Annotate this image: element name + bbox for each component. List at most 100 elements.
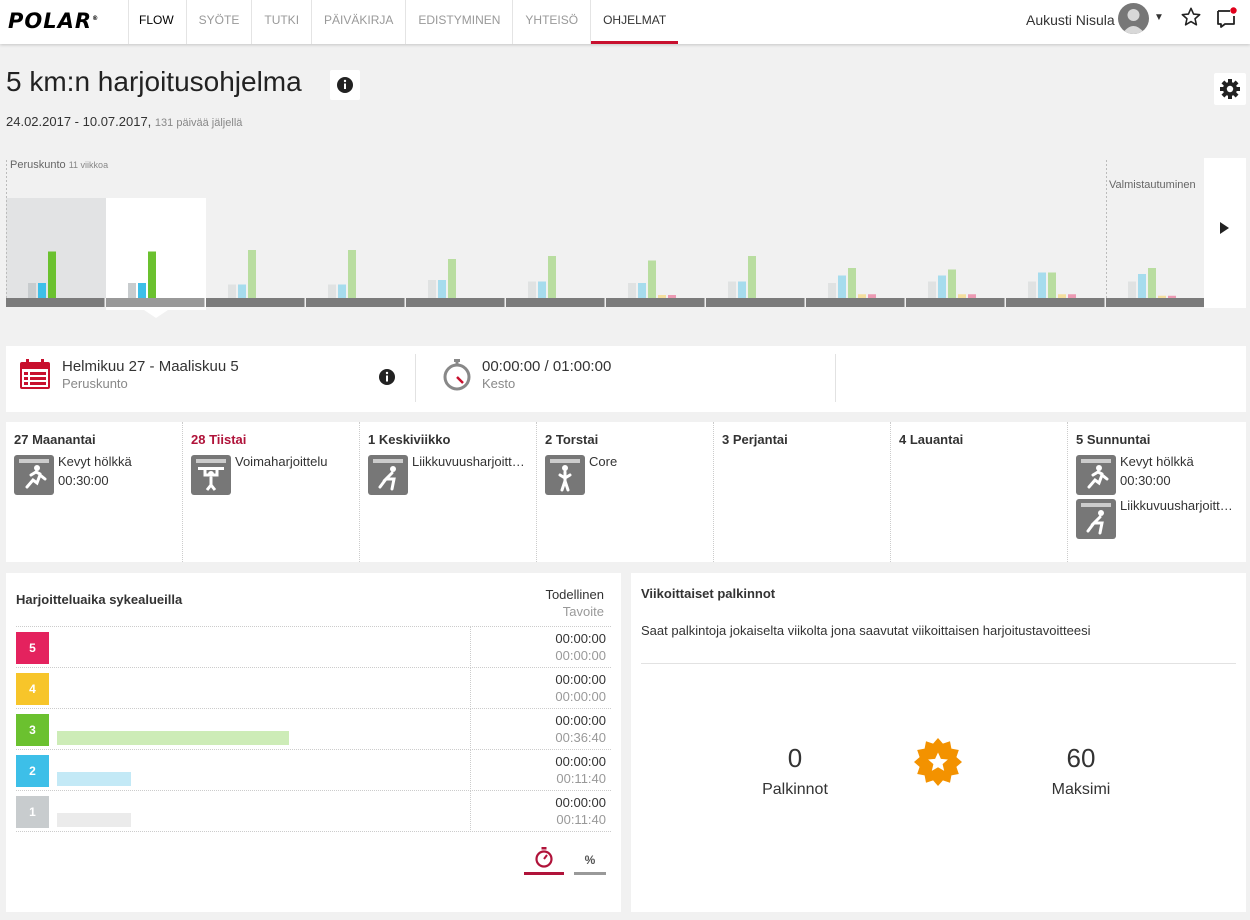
bar-zone3 (348, 250, 356, 298)
week-timeline-segment (606, 298, 705, 307)
zone-target-bar (57, 731, 290, 745)
week-timeline-segment (206, 298, 305, 307)
activity-name: Core (589, 454, 618, 469)
calendar-icon (19, 359, 51, 396)
activity-name: Kevyt hölkkä (58, 454, 132, 469)
bar-zone2 (838, 275, 846, 298)
week-bars-11[interactable] (1028, 272, 1076, 299)
column-divider (470, 709, 471, 750)
bar-zone3 (748, 256, 756, 298)
user-avatar[interactable] (1118, 3, 1149, 34)
nav-link-syöte[interactable]: SYÖTE (185, 0, 252, 44)
bar-zone1 (628, 283, 636, 298)
star-icon[interactable] (1180, 6, 1202, 33)
activity-duration: 00:30:00 (1120, 473, 1171, 488)
planned-activity[interactable]: Liikkuvuusharjoittelu (1076, 498, 1237, 543)
column-divider (470, 791, 471, 832)
weekly-rewards-panel: Viikoittaiset palkinnot Saat palkintoja … (631, 573, 1246, 912)
nav-link-edistyminen[interactable]: EDISTYMINEN (405, 0, 512, 44)
reward-badge-icon (913, 737, 963, 792)
chevron-down-icon[interactable]: ▼ (1154, 12, 1164, 23)
zone-badge: 5 (16, 632, 49, 664)
info-icon (337, 77, 353, 93)
page-title: 5 km:n harjoitusohjelma (6, 66, 302, 97)
planned-activity[interactable]: Kevyt hölkkä 00:30:00 (14, 454, 174, 499)
duration-value: 00:00:00 / 01:00:00 (482, 358, 612, 375)
week-bars-12[interactable] (1128, 268, 1176, 298)
bar-zone1 (828, 283, 836, 298)
week-bars-5[interactable] (428, 259, 456, 298)
tab-time[interactable] (524, 845, 564, 875)
bar-zone1 (728, 281, 736, 298)
days-remaining: 131 päivää jäljellä (154, 117, 243, 129)
week-bars-6[interactable] (528, 256, 556, 298)
program-weekly-chart: Peruskunto 11 viikkoa Valmistautuminen (6, 158, 1246, 318)
zones-title: Harjoitteluaika sykealueilla (16, 592, 183, 607)
week-bars-7[interactable] (628, 260, 676, 299)
bar-zone2 (1138, 274, 1146, 298)
bar-zone1 (128, 283, 136, 298)
week-timeline-segment (306, 298, 405, 307)
bar-zone1 (928, 281, 936, 298)
nav-link-yhteisö[interactable]: YHTEISÖ (512, 0, 590, 44)
info-icon[interactable] (378, 368, 396, 391)
week-bars-4[interactable] (328, 250, 356, 298)
planned-activity[interactable]: Voimaharjoittelu (191, 454, 351, 499)
next-weeks-button[interactable] (1204, 158, 1246, 308)
zone-row-4: 4 00:00:00 00:00:00 (16, 667, 611, 709)
zone-row-5: 5 00:00:00 00:00:00 (16, 626, 611, 668)
gear-icon (1220, 79, 1240, 99)
nav-link-tutki[interactable]: TUTKI (251, 0, 311, 44)
planned-activity[interactable]: Liikkuvuusharjoittelu (368, 454, 528, 499)
messages-icon[interactable] (1214, 6, 1238, 35)
activity-name: Kevyt hölkkä (1120, 454, 1194, 469)
tab-percent[interactable]: % (574, 845, 606, 875)
week-bars-10[interactable] (928, 269, 976, 299)
nav-link-ohjelmat[interactable]: OHJELMAT (590, 0, 679, 44)
top-navigation: POLAR® FLOW SYÖTE TUTKI PÄIVÄKIRJA EDISTYMIN… (0, 0, 1250, 44)
target-column-header: Tavoite (562, 604, 604, 619)
column-divider (470, 668, 471, 709)
strength-training-icon (191, 455, 231, 495)
day-header: 2 Torstai (545, 432, 599, 447)
zone-badge: 3 (16, 714, 49, 746)
week-bars-3[interactable] (228, 250, 256, 298)
bar-zone3 (448, 259, 456, 298)
nav-link-flow[interactable]: FLOW (128, 0, 186, 44)
settings-button[interactable] (1214, 73, 1246, 105)
bar-zone2 (438, 280, 446, 298)
user-name[interactable]: Aukusti Nisula (1026, 12, 1115, 28)
day-column: 4 Lauantai (891, 422, 1068, 562)
week-bars-9[interactable] (828, 268, 876, 298)
planned-activity[interactable]: Kevyt hölkkä 00:30:00 (1076, 454, 1237, 499)
divider (415, 354, 416, 402)
program-info-button[interactable] (330, 70, 360, 100)
stopwatch-icon (442, 358, 472, 397)
day-column: 3 Perjantai (714, 422, 891, 562)
nav-link-päiväkirja[interactable]: PÄIVÄKIRJA (311, 0, 405, 44)
bar-zone1 (1028, 281, 1036, 298)
week-bars-8[interactable] (728, 256, 756, 298)
bar-zone3 (648, 260, 656, 298)
polar-logo[interactable]: POLAR® (8, 9, 99, 33)
column-divider (470, 627, 471, 668)
zone-row-2: 2 00:00:00 00:11:40 (16, 749, 611, 791)
week-summary: Helmikuu 27 - Maaliskuu 5 Peruskunto 00:… (6, 346, 1246, 412)
day-header: 5 Sunnuntai (1076, 432, 1151, 447)
zone-row-1: 1 00:00:00 00:11:40 (16, 790, 611, 832)
zone-target-time: 00:11:40 (556, 771, 606, 786)
planned-activity[interactable]: Core (545, 454, 705, 499)
program-dates: 24.02.2017 - 10.07.2017, 131 päivää jälj… (6, 114, 243, 129)
bar-zone5 (968, 294, 976, 298)
day-header: 28 Tiistai (191, 432, 247, 447)
rewards-max-label: Maksimi (1051, 781, 1111, 798)
week-timeline-segment (1106, 298, 1205, 307)
rewards-title: Viikoittaiset palkinnot (641, 586, 776, 601)
day-column: 27 Maanantai Kevyt hölkkä 00:30:00 (6, 422, 183, 562)
zone-badge: 4 (16, 673, 49, 705)
bar-zone2 (38, 283, 46, 298)
zone-actual-time: 00:00:00 (555, 672, 606, 687)
zone-target-time: 00:00:00 (555, 648, 606, 663)
zone-actual-time: 00:00:00 (555, 631, 606, 646)
running-icon (1076, 455, 1116, 495)
